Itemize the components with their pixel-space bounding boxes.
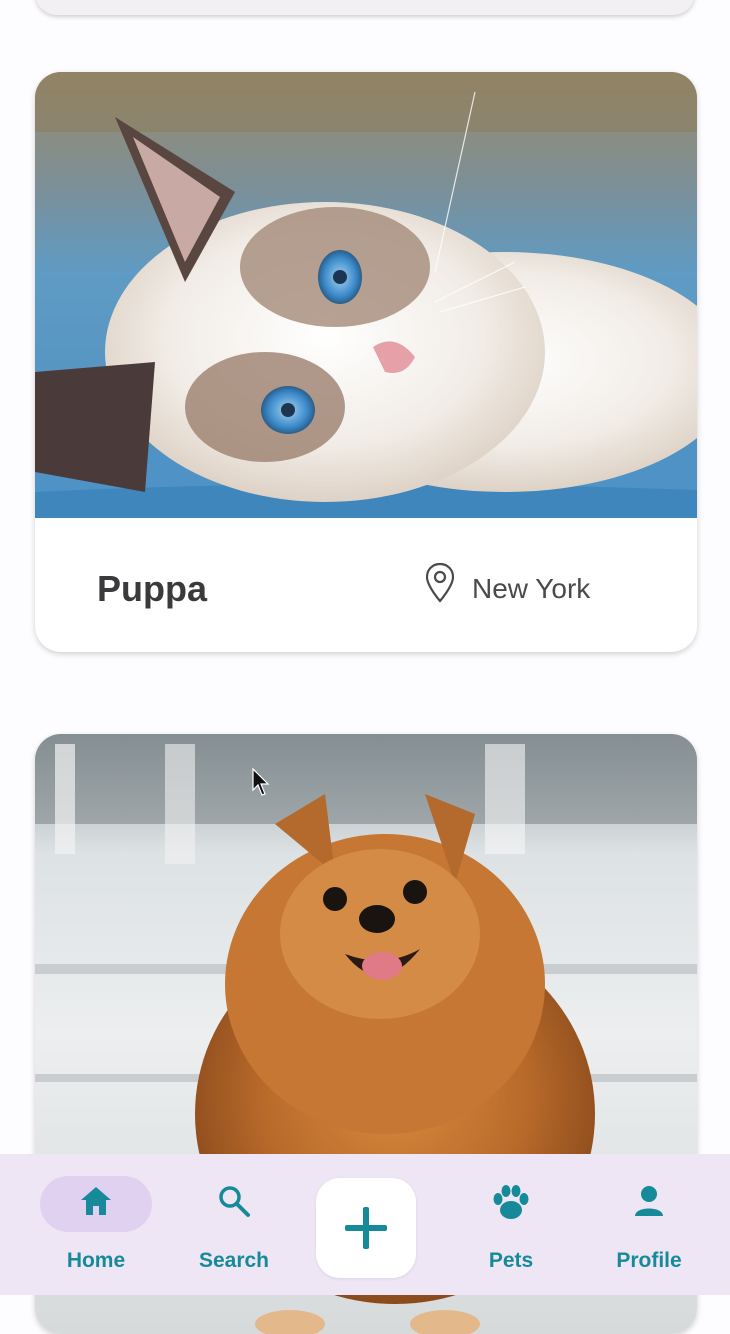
nav-profile-label: Profile <box>616 1249 682 1272</box>
nav-home-label: Home <box>66 1249 126 1272</box>
pet-name: Puppa <box>97 568 208 609</box>
location-pin-icon <box>425 562 455 603</box>
plus-icon <box>345 1207 387 1249</box>
search-icon <box>219 1186 250 1217</box>
paw-icon <box>493 1185 529 1219</box>
nav-search[interactable]: Search <box>169 1154 299 1295</box>
pet-info-bar: Puppa New York <box>35 518 697 652</box>
nav-pets-label: Pets <box>488 1249 534 1272</box>
nav-home[interactable]: Home <box>31 1154 161 1295</box>
bottom-navigation: Home Search Pets Profile <box>0 1154 730 1295</box>
nav-pets[interactable]: Pets <box>446 1154 576 1295</box>
previous-pet-card[interactable] <box>35 0 695 15</box>
nav-profile[interactable]: Profile <box>584 1154 714 1295</box>
mouse-cursor-icon <box>252 768 270 796</box>
pet-location: New York <box>472 573 591 604</box>
ragdoll-kitten-photo <box>35 72 697 518</box>
nav-search-label: Search <box>198 1249 270 1272</box>
home-icon <box>81 1187 111 1215</box>
add-pet-button[interactable] <box>316 1178 416 1278</box>
pet-card[interactable]: Puppa New York <box>35 72 697 652</box>
person-icon <box>635 1186 663 1216</box>
